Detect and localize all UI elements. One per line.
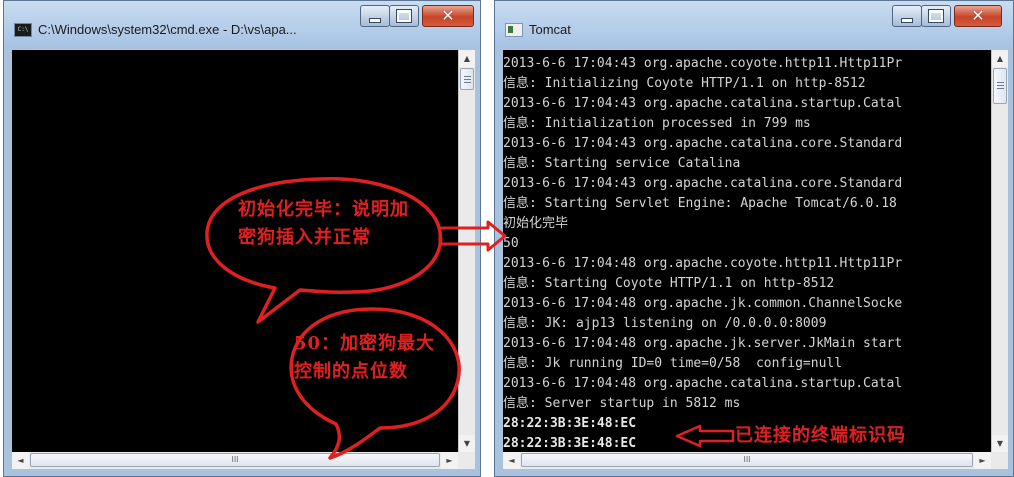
minimize-button[interactable]	[360, 5, 390, 27]
log-line: 2013-6-6 17:04:48 org.apache.catalina.st…	[503, 376, 903, 391]
cmd-caption-buttons: ✕	[360, 5, 474, 29]
close-button[interactable]: ✕	[422, 5, 474, 27]
console-icon: C:\	[14, 23, 32, 37]
maximize-button[interactable]	[389, 5, 419, 27]
scroll-thumb[interactable]	[993, 68, 1007, 104]
log-line: 2013-6-6 17:04:48 org.apache.jk.common.C…	[503, 296, 903, 311]
close-icon: ✕	[971, 6, 985, 25]
log-line: 初始化完毕	[503, 216, 569, 231]
thumb-grip	[464, 79, 471, 80]
scroll-thumb-horizontal[interactable]: III	[521, 453, 973, 467]
log-line: 信息: Jk running ID=0 time=0/58 config=nul…	[503, 356, 843, 371]
scroll-thumb-horizontal[interactable]: III	[30, 453, 440, 467]
minimize-button[interactable]	[892, 5, 922, 27]
tomcat-console-area[interactable]: 2013-6-6 17:04:43 org.apache.coyote.http…	[503, 50, 991, 452]
log-line: 信息: Starting Coyote HTTP/1.1 on http-851…	[503, 276, 835, 291]
minimize-icon	[369, 17, 381, 23]
log-line: 2013-6-6 17:04:48 org.apache.jk.server.J…	[503, 336, 903, 351]
log-line: 信息: Server startup in 5812 ms	[503, 396, 741, 411]
log-line: 2013-6-6 17:04:43 org.apache.catalina.co…	[503, 176, 903, 191]
cmd-window-title: C:\Windows\system32\cmd.exe - D:\vs\apa.…	[38, 22, 297, 37]
tomcat-titlebar[interactable]: Tomcat ✕	[495, 1, 1013, 45]
tomcat-caption-buttons: ✕	[892, 5, 1002, 29]
tomcat-horizontal-scrollbar[interactable]: ◄ III ►	[503, 452, 991, 469]
maximize-icon	[396, 9, 412, 23]
scroll-right-arrow[interactable]: ►	[974, 452, 991, 469]
minimize-icon	[901, 17, 913, 23]
close-icon: ✕	[441, 6, 455, 25]
log-line: 2013-6-6 17:04:43 org.apache.coyote.http…	[503, 56, 903, 71]
scroll-right-arrow[interactable]: ►	[441, 452, 458, 469]
scroll-up-arrow[interactable]: ▲	[459, 50, 475, 67]
scroll-left-arrow[interactable]: ◄	[12, 452, 29, 469]
log-line: 信息: JK: ajp13 listening on /0.0.0.0:8009	[503, 316, 827, 331]
log-line: 信息: Initialization processed in 799 ms	[503, 116, 811, 131]
java-app-icon	[505, 23, 523, 37]
cmd-horizontal-scrollbar[interactable]: ◄ III ►	[12, 452, 458, 469]
cmd-vertical-scrollbar[interactable]: ▲ ▼	[458, 50, 475, 452]
annotation-terminal-id: 已连接的终端标识码	[735, 425, 906, 446]
annotation-point-count: 50：加密狗最大控制的点位数	[294, 333, 436, 382]
scroll-thumb[interactable]	[460, 68, 474, 90]
thumb-grip	[997, 88, 1004, 89]
tomcat-vertical-scrollbar[interactable]: ▲ ▼	[991, 50, 1008, 452]
maximize-icon	[928, 9, 944, 23]
log-line: 2013-6-6 17:04:48 org.apache.coyote.http…	[503, 256, 903, 271]
resize-grip[interactable]	[458, 452, 475, 469]
log-line: 2013-6-6 17:04:43 org.apache.catalina.co…	[503, 136, 903, 151]
close-button[interactable]: ✕	[954, 5, 1002, 27]
thumb-grip	[997, 82, 1004, 83]
annotation-init-complete: 初始化完毕：说明加密狗插入并正常	[238, 199, 409, 248]
scroll-left-arrow[interactable]: ◄	[503, 452, 520, 469]
scroll-up-arrow[interactable]: ▲	[992, 50, 1008, 67]
thumb-grip	[997, 85, 1004, 86]
tomcat-window-title: Tomcat	[529, 22, 571, 37]
log-line: 50	[503, 236, 519, 251]
scroll-down-arrow[interactable]: ▼	[992, 435, 1008, 452]
thumb-grip	[464, 76, 471, 77]
scroll-down-arrow[interactable]: ▼	[459, 435, 475, 452]
log-line: 2013-6-6 17:04:43 org.apache.catalina.st…	[503, 96, 903, 111]
cmd-titlebar[interactable]: C:\ C:\Windows\system32\cmd.exe - D:\vs\…	[4, 1, 480, 45]
log-line: 信息: Initializing Coyote HTTP/1.1 on http…	[503, 76, 866, 91]
log-line: 信息: Starting service Catalina	[503, 156, 741, 171]
log-line: 信息: Starting Servlet Engine: Apache Tomc…	[503, 196, 897, 211]
console-log: 2013-6-6 17:04:43 org.apache.coyote.http…	[503, 54, 902, 452]
tomcat-window: Tomcat ✕ 2013-6-6 17:04:43 org.apache.co…	[494, 0, 1014, 477]
maximize-button[interactable]	[921, 5, 951, 27]
thumb-grip	[464, 82, 471, 83]
resize-grip[interactable]	[991, 452, 1008, 469]
